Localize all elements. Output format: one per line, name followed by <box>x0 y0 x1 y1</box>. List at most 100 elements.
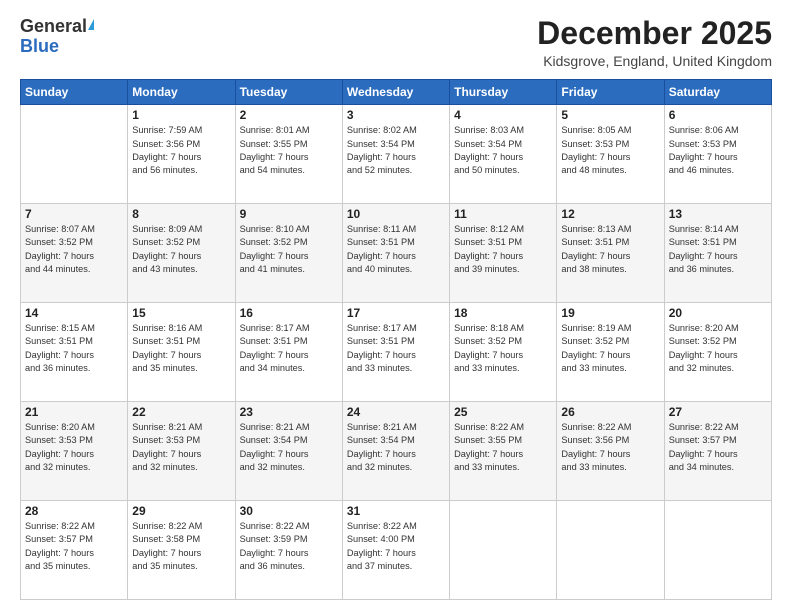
table-row: 25Sunrise: 8:22 AM Sunset: 3:55 PM Dayli… <box>450 402 557 501</box>
table-row: 30 Sunrise: 8:22 AM Sunset: 3:59 PM Dayli… <box>235 501 342 600</box>
day-number: 20 <box>669 306 767 320</box>
day-number: 5 <box>561 108 659 122</box>
table-row: 10Sunrise: 8:11 AM Sunset: 3:51 PM Dayli… <box>342 204 449 303</box>
day-info: Sunrise: 8:01 AM Sunset: 3:55 PM Dayligh… <box>240 124 338 177</box>
day-info: Sunrise: 8:03 AM Sunset: 3:54 PM Dayligh… <box>454 124 552 177</box>
logo: General Blue <box>20 16 94 55</box>
table-row: 28Sunrise: 8:22 AM Sunset: 3:57 PM Dayli… <box>21 501 128 600</box>
day-info: Sunrise: 8:02 AM Sunset: 3:54 PM Dayligh… <box>347 124 445 177</box>
title-section: December 2025 Kidsgrove, England, United… <box>537 16 772 69</box>
day-info: Sunrise: 8:09 AM Sunset: 3:52 PM Dayligh… <box>132 223 230 276</box>
table-row: 24Sunrise: 8:21 AM Sunset: 3:54 PM Dayli… <box>342 402 449 501</box>
day-info: Sunrise: 8:10 AM Sunset: 3:52 PM Dayligh… <box>240 223 338 276</box>
day-number: 15 <box>132 306 230 320</box>
day-number: 19 <box>561 306 659 320</box>
day-number: 27 <box>669 405 767 419</box>
calendar-week-row: 28Sunrise: 8:22 AM Sunset: 3:57 PM Dayli… <box>21 501 772 600</box>
col-monday: Monday <box>128 80 235 105</box>
day-number: 10 <box>347 207 445 221</box>
day-info: Sunrise: 7:59 AM Sunset: 3:56 PM Dayligh… <box>132 124 230 177</box>
day-number: 31 <box>347 504 445 518</box>
day-number: 11 <box>454 207 552 221</box>
month-title: December 2025 <box>537 16 772 51</box>
location: Kidsgrove, England, United Kingdom <box>537 53 772 69</box>
col-friday: Friday <box>557 80 664 105</box>
table-row: 15 Sunrise: 8:16 AM Sunset: 3:51 PM Dayli… <box>128 303 235 402</box>
col-sunday: Sunday <box>21 80 128 105</box>
day-number: 24 <box>347 405 445 419</box>
table-row: 27 Sunrise: 8:22 AM Sunset: 3:57 PM Dayli… <box>664 402 771 501</box>
header: General Blue December 2025 Kidsgrove, En… <box>20 16 772 69</box>
day-info: Sunrise: 8:15 AM Sunset: 3:51 PM Dayligh… <box>25 322 123 375</box>
day-number: 22 <box>132 405 230 419</box>
day-number: 8 <box>132 207 230 221</box>
table-row: 29 Sunrise: 8:22 AM Sunset: 3:58 PM Dayli… <box>128 501 235 600</box>
col-tuesday: Tuesday <box>235 80 342 105</box>
table-row <box>450 501 557 600</box>
day-number: 30 <box>240 504 338 518</box>
day-number: 13 <box>669 207 767 221</box>
day-info: Sunrise: 8:19 AM Sunset: 3:52 PM Dayligh… <box>561 322 659 375</box>
logo-triangle-icon <box>88 19 94 30</box>
table-row: 16 Sunrise: 8:17 AM Sunset: 3:51 PM Dayli… <box>235 303 342 402</box>
table-row <box>664 501 771 600</box>
day-info: Sunrise: 8:17 AM Sunset: 3:51 PM Dayligh… <box>347 322 445 375</box>
day-number: 17 <box>347 306 445 320</box>
day-info: Sunrise: 8:13 AM Sunset: 3:51 PM Dayligh… <box>561 223 659 276</box>
day-info: Sunrise: 8:22 AM Sunset: 3:57 PM Dayligh… <box>25 520 123 573</box>
day-info: Sunrise: 8:05 AM Sunset: 3:53 PM Dayligh… <box>561 124 659 177</box>
day-number: 21 <box>25 405 123 419</box>
calendar-header-row: Sunday Monday Tuesday Wednesday Thursday… <box>21 80 772 105</box>
day-info: Sunrise: 8:22 AM Sunset: 3:58 PM Dayligh… <box>132 520 230 573</box>
table-row: 13Sunrise: 8:14 AM Sunset: 3:51 PM Dayli… <box>664 204 771 303</box>
day-info: Sunrise: 8:20 AM Sunset: 3:52 PM Dayligh… <box>669 322 767 375</box>
table-row: 19 Sunrise: 8:19 AM Sunset: 3:52 PM Dayli… <box>557 303 664 402</box>
day-number: 29 <box>132 504 230 518</box>
day-number: 3 <box>347 108 445 122</box>
logo-general: General <box>20 16 87 37</box>
day-info: Sunrise: 8:12 AM Sunset: 3:51 PM Dayligh… <box>454 223 552 276</box>
day-info: Sunrise: 8:07 AM Sunset: 3:52 PM Dayligh… <box>25 223 123 276</box>
day-number: 18 <box>454 306 552 320</box>
page: General Blue December 2025 Kidsgrove, En… <box>0 0 792 612</box>
col-wednesday: Wednesday <box>342 80 449 105</box>
day-number: 1 <box>132 108 230 122</box>
day-info: Sunrise: 8:16 AM Sunset: 3:51 PM Dayligh… <box>132 322 230 375</box>
day-number: 25 <box>454 405 552 419</box>
table-row: 2 Sunrise: 8:01 AM Sunset: 3:55 PM Daylig… <box>235 105 342 204</box>
day-number: 26 <box>561 405 659 419</box>
table-row: 14Sunrise: 8:15 AM Sunset: 3:51 PM Dayli… <box>21 303 128 402</box>
day-info: Sunrise: 8:22 AM Sunset: 3:59 PM Dayligh… <box>240 520 338 573</box>
table-row: 11 Sunrise: 8:12 AM Sunset: 3:51 PM Dayli… <box>450 204 557 303</box>
day-number: 2 <box>240 108 338 122</box>
table-row: 22 Sunrise: 8:21 AM Sunset: 3:53 PM Dayli… <box>128 402 235 501</box>
table-row: 8 Sunrise: 8:09 AM Sunset: 3:52 PM Daylig… <box>128 204 235 303</box>
table-row: 12 Sunrise: 8:13 AM Sunset: 3:51 PM Dayli… <box>557 204 664 303</box>
table-row: 17 Sunrise: 8:17 AM Sunset: 3:51 PM Dayli… <box>342 303 449 402</box>
table-row: 6 Sunrise: 8:06 AM Sunset: 3:53 PM Daylig… <box>664 105 771 204</box>
table-row <box>557 501 664 600</box>
table-row: 3 Sunrise: 8:02 AM Sunset: 3:54 PM Daylig… <box>342 105 449 204</box>
day-number: 6 <box>669 108 767 122</box>
day-number: 7 <box>25 207 123 221</box>
day-number: 16 <box>240 306 338 320</box>
table-row: 26Sunrise: 8:22 AM Sunset: 3:56 PM Dayli… <box>557 402 664 501</box>
day-info: Sunrise: 8:21 AM Sunset: 3:54 PM Dayligh… <box>240 421 338 474</box>
table-row: 18Sunrise: 8:18 AM Sunset: 3:52 PM Dayli… <box>450 303 557 402</box>
day-info: Sunrise: 8:06 AM Sunset: 3:53 PM Dayligh… <box>669 124 767 177</box>
day-info: Sunrise: 8:21 AM Sunset: 3:53 PM Dayligh… <box>132 421 230 474</box>
calendar-week-row: 21Sunrise: 8:20 AM Sunset: 3:53 PM Dayli… <box>21 402 772 501</box>
col-saturday: Saturday <box>664 80 771 105</box>
day-number: 4 <box>454 108 552 122</box>
day-number: 23 <box>240 405 338 419</box>
day-info: Sunrise: 8:22 AM Sunset: 3:57 PM Dayligh… <box>669 421 767 474</box>
calendar-week-row: 1 Sunrise: 7:59 AM Sunset: 3:56 PM Daylig… <box>21 105 772 204</box>
table-row: 5 Sunrise: 8:05 AM Sunset: 3:53 PM Daylig… <box>557 105 664 204</box>
table-row: 23 Sunrise: 8:21 AM Sunset: 3:54 PM Dayli… <box>235 402 342 501</box>
day-info: Sunrise: 8:17 AM Sunset: 3:51 PM Dayligh… <box>240 322 338 375</box>
day-info: Sunrise: 8:22 AM Sunset: 4:00 PM Dayligh… <box>347 520 445 573</box>
table-row: 9Sunrise: 8:10 AM Sunset: 3:52 PM Daylig… <box>235 204 342 303</box>
day-number: 12 <box>561 207 659 221</box>
calendar-table: Sunday Monday Tuesday Wednesday Thursday… <box>20 79 772 600</box>
table-row: 1 Sunrise: 7:59 AM Sunset: 3:56 PM Daylig… <box>128 105 235 204</box>
